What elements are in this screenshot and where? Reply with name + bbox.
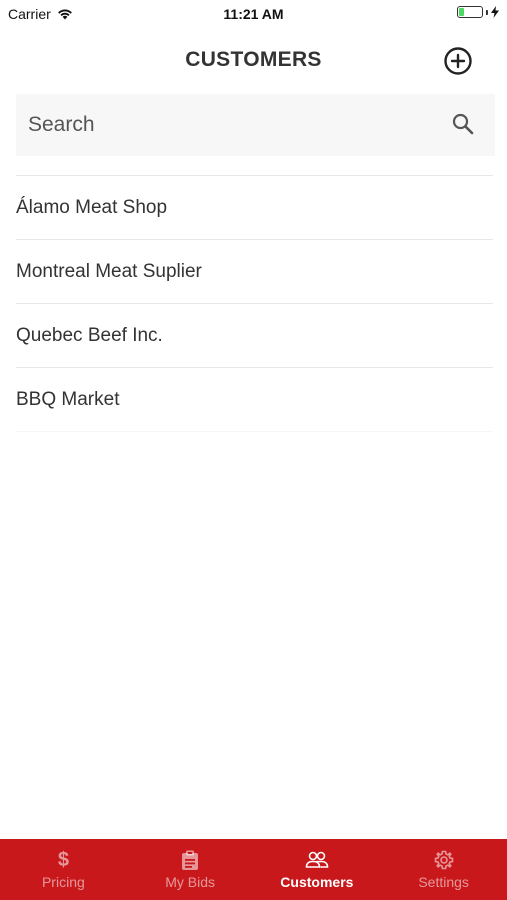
bolt-icon	[491, 6, 499, 18]
list-item[interactable]: Quebec Beef Inc.	[16, 304, 493, 368]
battery-icon	[457, 6, 483, 18]
search-input[interactable]	[28, 94, 428, 156]
battery-level-fill	[459, 8, 464, 16]
search-icon[interactable]	[451, 112, 475, 136]
battery-indicator	[457, 6, 499, 18]
list-item[interactable]: Montreal Meat Suplier	[16, 240, 493, 304]
tab-bar: $ Pricing My Bids Customers Settings	[0, 839, 507, 900]
search-bar	[16, 94, 495, 156]
clipboard-icon	[181, 849, 199, 871]
gear-icon	[434, 849, 454, 871]
customer-list: Álamo Meat Shop Montreal Meat Suplier Qu…	[16, 175, 493, 432]
nav-header: CUSTOMERS	[0, 38, 507, 82]
status-bar: Carrier 11:21 AM	[0, 0, 507, 28]
page-title: CUSTOMERS	[185, 48, 322, 71]
tab-label: Customers	[280, 874, 354, 890]
status-time: 11:21 AM	[223, 6, 284, 22]
dollar-icon: $	[57, 849, 69, 871]
tab-label: My Bids	[165, 874, 216, 890]
tab-my-bids[interactable]: My Bids	[127, 839, 254, 900]
plus-circle-icon[interactable]	[443, 46, 473, 76]
people-icon	[305, 849, 329, 871]
tab-customers[interactable]: Customers	[254, 839, 381, 900]
list-item[interactable]: Álamo Meat Shop	[16, 176, 493, 240]
tab-settings[interactable]: Settings	[380, 839, 507, 900]
tab-pricing[interactable]: $ Pricing	[0, 839, 127, 900]
tab-label: Pricing	[41, 874, 85, 890]
tab-label: Settings	[418, 874, 469, 890]
list-item[interactable]: BBQ Market	[16, 368, 493, 432]
